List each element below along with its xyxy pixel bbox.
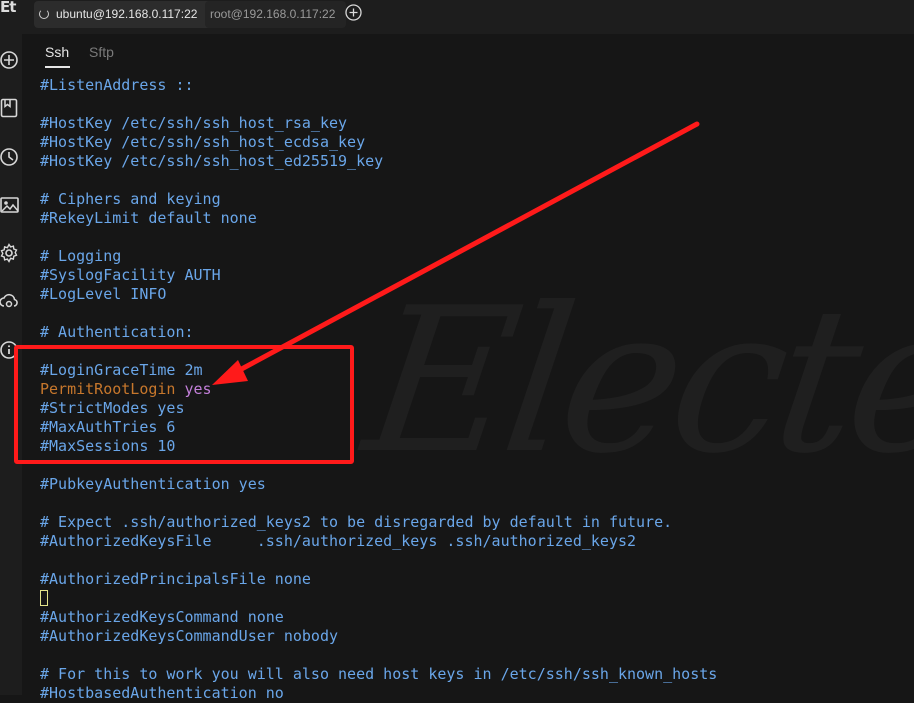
bookmark-icon[interactable] — [0, 98, 20, 118]
terminal-line: # Authentication: — [40, 323, 194, 341]
terminal-line: #HostKey /etc/ssh/ssh_host_rsa_key — [40, 114, 348, 132]
terminal-line: # Expect .ssh/authorized_keys2 to be dis… — [40, 513, 673, 531]
tab-ssh[interactable]: Ssh — [45, 44, 71, 68]
terminal-line: #AuthorizedKeysCommandUser nobody — [40, 627, 339, 645]
terminal-line: #HostbasedAuthentication no — [40, 684, 284, 702]
tab-bar: ubuntu@192.168.0.117:22 root@192.168.0.1… — [22, 0, 914, 34]
terminal-line: #HostKey /etc/ssh/ssh_host_ed25519_key — [40, 152, 384, 170]
terminal-line: #RekeyLimit default none — [40, 209, 257, 227]
terminal-line: # Logging — [40, 247, 122, 265]
terminal-line: #ListenAddress :: — [40, 76, 194, 94]
tab-sftp[interactable]: Sftp — [89, 44, 114, 60]
session-subtabs: Ssh Sftp — [22, 34, 914, 70]
terminal-line: # For this to work you will also need ho… — [40, 665, 718, 683]
terminal-line: #LogLevel INFO — [40, 285, 167, 303]
text-cursor — [40, 590, 48, 606]
cloud-sync-icon[interactable] — [0, 291, 20, 311]
tab-ubuntu-session[interactable]: ubuntu@192.168.0.117:22 — [34, 1, 214, 28]
annotation-highlight-box — [14, 345, 354, 464]
terminal-line: #AuthorizedKeysFile .ssh/authorized_keys… — [40, 532, 637, 550]
app-logo: Et — [0, 0, 16, 16]
add-tab-icon[interactable] — [345, 4, 362, 21]
history-clock-icon[interactable] — [0, 147, 20, 167]
image-icon[interactable] — [0, 195, 20, 215]
terminal-line: #SyslogFacility AUTH — [40, 266, 221, 284]
tab-label: ubuntu@192.168.0.117:22 — [56, 7, 198, 21]
terminal-line: #AuthorizedKeysCommand none — [40, 608, 284, 626]
terminal-line: #HostKey /etc/ssh/ssh_host_ecdsa_key — [40, 133, 366, 151]
add-circle-icon[interactable] — [0, 50, 20, 70]
terminal-line: #PubkeyAuthentication yes — [40, 475, 266, 493]
terminal-line — [40, 589, 914, 608]
tab-root-session[interactable]: root@192.168.0.117:22 — [205, 1, 346, 28]
tab-label: root@192.168.0.117:22 — [210, 7, 336, 21]
gear-icon[interactable] — [0, 243, 20, 263]
terminal-line: # Ciphers and keying — [40, 190, 221, 208]
terminal-line: #AuthorizedPrincipalsFile none — [40, 570, 311, 588]
loading-spinner-icon — [39, 9, 49, 19]
